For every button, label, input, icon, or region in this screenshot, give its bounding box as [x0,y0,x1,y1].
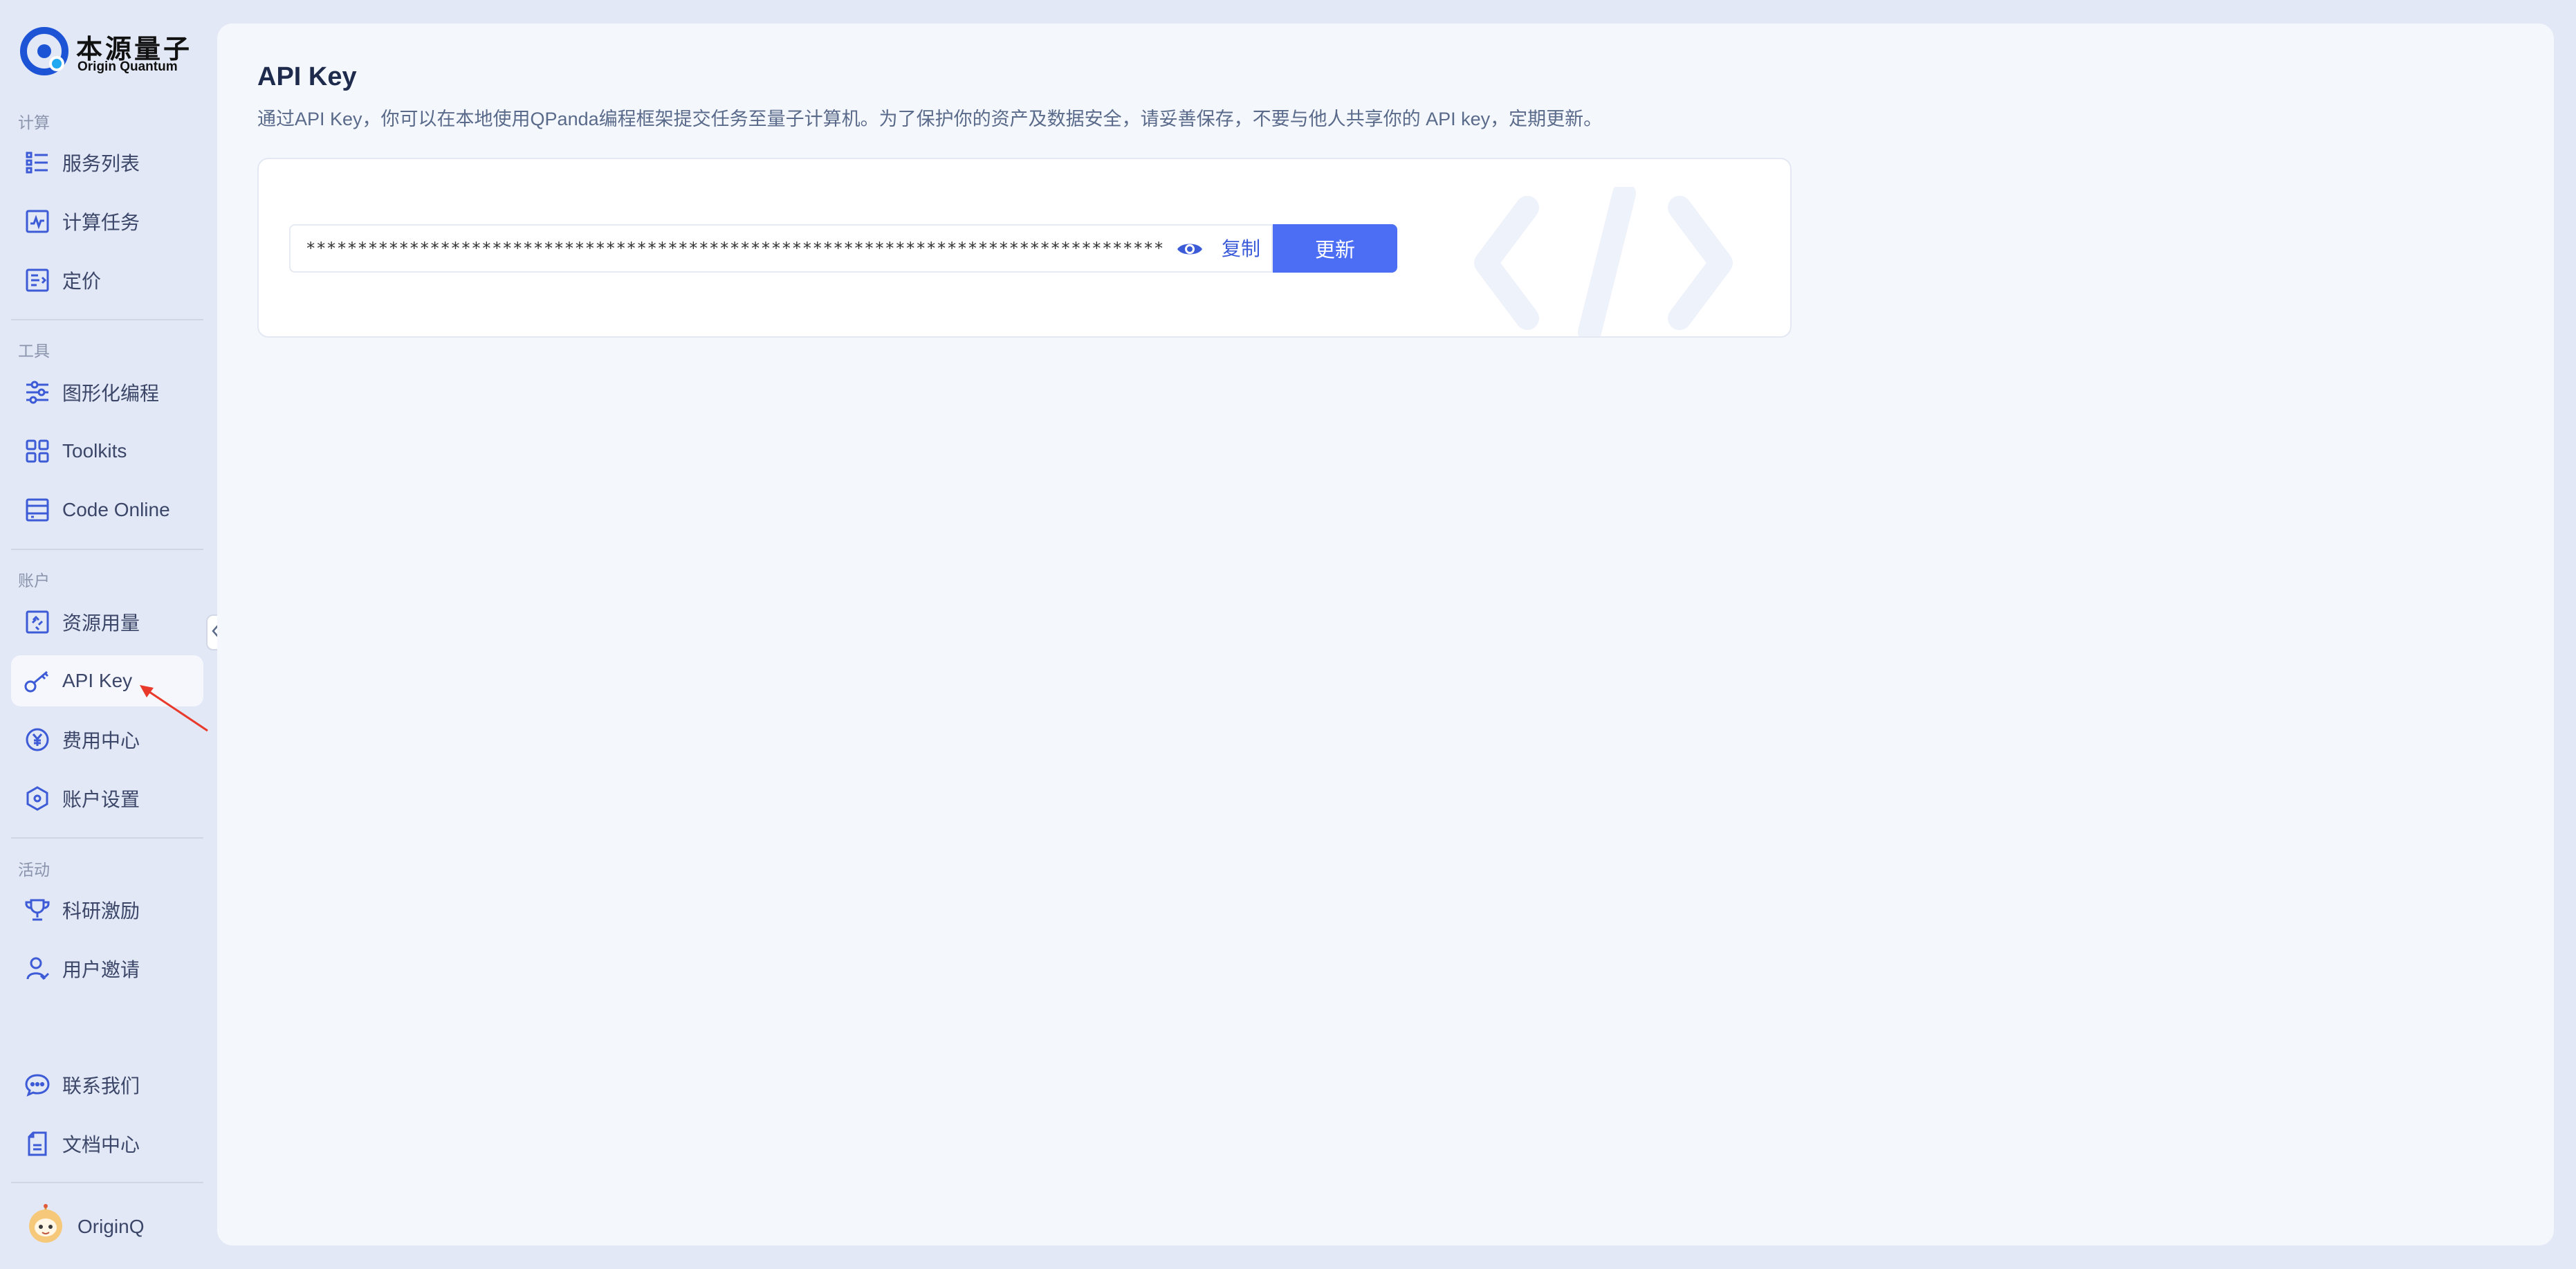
user-invite-icon [22,953,53,984]
sidebar-item-label: 文档中心 [62,1134,140,1156]
copy-button[interactable]: 复制 [1222,235,1260,263]
sidebar-item-label: 定价 [62,271,102,292]
sidebar-item-label: Toolkits [62,440,127,462]
section-label-tools: 工具 [18,342,50,360]
section-label-account: 账户 [18,572,50,590]
sidebar-item-compute-tasks[interactable]: 计算任务 [11,196,203,247]
chat-icon [22,1070,53,1100]
sidebar-item-research-incentive[interactable]: 科研激励 [11,884,203,935]
api-key-field[interactable]: ****************************************… [289,224,1273,273]
sidebar-item-toolkits[interactable]: Toolkits [11,426,203,477]
brand-logo[interactable]: 本源量子 Origin Quantum [19,25,199,80]
page-description: 通过API Key，你可以在本地使用QPanda编程框架提交任务至量子计算机。为… [257,109,1603,129]
sidebar-item-label: 联系我们 [62,1075,140,1097]
key-icon [22,666,53,696]
sidebar-divider [11,1182,203,1183]
eye-icon[interactable] [1175,235,1205,263]
sidebar-item-service-list[interactable]: 服务列表 [11,137,203,188]
sidebar-item-label: 资源用量 [62,612,140,634]
sidebar-item-account-settings[interactable]: 账户设置 [11,773,203,824]
sidebar-item-label: Code Online [62,499,170,520]
yen-icon [22,724,53,755]
list-icon [22,147,53,178]
trophy-icon [22,895,53,925]
sidebar-item-label: 服务列表 [62,153,140,174]
section-label-activities: 活动 [18,861,50,879]
red-annotation-arrow-icon [140,685,208,732]
sidebar-item-label: API Key [62,670,133,691]
sidebar: 本源量子 Origin Quantum 计算 服务列表 计算任务 定价 工具 图… [0,0,214,1269]
grid-icon [22,436,53,466]
pulse-chart-icon [22,206,53,237]
update-button[interactable]: 更新 [1273,224,1397,273]
sidebar-divider [11,549,203,550]
sidebar-item-label: 账户设置 [62,789,140,810]
sidebar-item-contact-us[interactable]: 联系我们 [11,1059,203,1111]
robot-avatar-icon [29,1204,62,1243]
user-name: OriginQ [77,1215,145,1237]
resource-icon [22,607,53,637]
document-icon [22,1129,53,1159]
sidebar-item-documentation[interactable]: 文档中心 [11,1118,203,1169]
sidebar-divider [11,837,203,839]
sliders-icon [22,377,53,408]
settings-hex-icon [22,783,53,814]
api-key-value: ****************************************… [306,239,1163,258]
page-title: API Key [257,62,357,91]
sidebar-item-label: 用户邀请 [62,959,140,980]
code-window-icon [22,495,53,525]
sidebar-item-label: 科研激励 [62,900,140,922]
price-tag-icon [22,265,53,295]
api-key-card: ****************************************… [257,158,1792,338]
sidebar-item-resource-usage[interactable]: 资源用量 [11,596,203,648]
sidebar-item-user-invite[interactable]: 用户邀请 [11,943,203,994]
sidebar-item-label: 图形化编程 [62,383,160,404]
section-label-compute: 计算 [18,113,50,131]
sidebar-item-pricing[interactable]: 定价 [11,255,203,306]
user-profile[interactable]: OriginQ [25,1204,144,1249]
sidebar-item-label: 计算任务 [62,212,140,233]
code-watermark-icon [1474,187,1733,336]
sidebar-item-code-online[interactable]: Code Online [11,484,203,536]
origin-quantum-logo-icon [20,27,68,75]
sidebar-divider [11,319,203,320]
brand-name-en: Origin Quantum [77,60,178,74]
sidebar-item-graphical-programming[interactable]: 图形化编程 [11,367,203,418]
avatar [25,1204,66,1249]
sidebar-item-label: 费用中心 [62,730,140,751]
main-content: API Key 通过API Key，你可以在本地使用QPanda编程框架提交任务… [217,24,2554,1245]
